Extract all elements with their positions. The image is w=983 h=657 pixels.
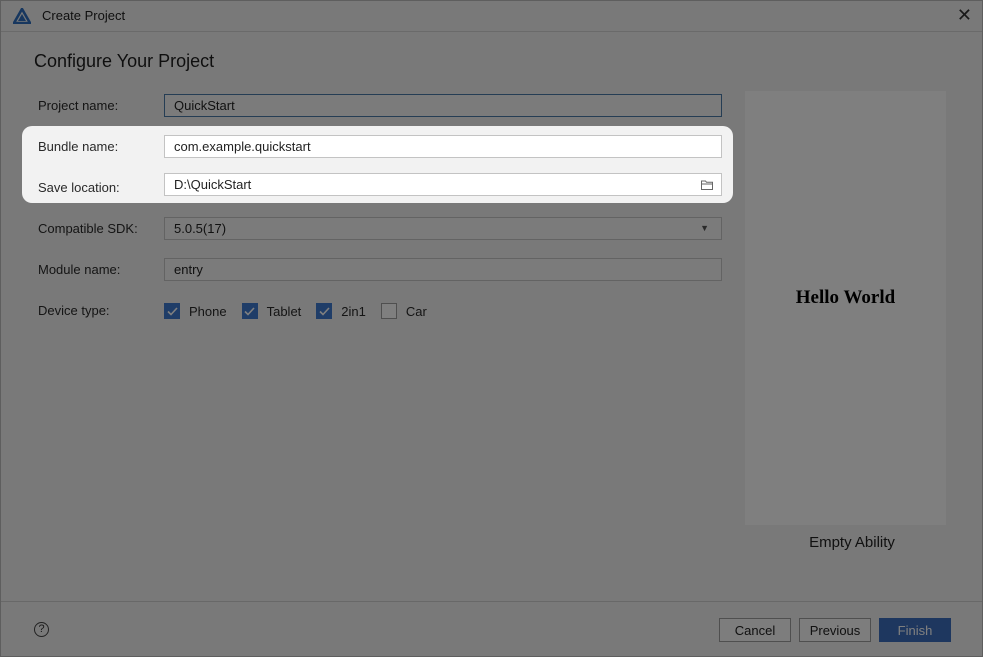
page-title: Configure Your Project — [34, 51, 215, 71]
device-option-label: Phone — [189, 303, 227, 319]
close-icon[interactable]: ✕ — [957, 6, 972, 24]
device-option-label: 2in1 — [341, 303, 366, 319]
preview-hello-text: Hello World — [795, 287, 896, 308]
window-title: Create Project — [42, 8, 126, 23]
title-bar: Create Project ✕ — [1, 1, 982, 32]
cancel-button[interactable]: Cancel — [719, 618, 791, 642]
project-name-label: Project name: — [38, 98, 119, 113]
device-option-phone[interactable]: Phone — [164, 303, 227, 319]
footer-divider — [1, 601, 982, 602]
compatible-sdk-value: 5.0.5(17) — [174, 221, 227, 236]
save-location-value: D:\QuickStart — [174, 177, 252, 192]
checkbox-checked-icon[interactable] — [241, 303, 258, 319]
device-option-car[interactable]: Car — [380, 303, 427, 319]
chevron-down-icon: ▼ — [700, 223, 709, 233]
finish-button[interactable]: Finish — [879, 618, 951, 642]
create-project-dialog: Create Project ✕ Configure Your Project … — [0, 0, 983, 657]
template-name: Empty Ability — [809, 534, 895, 551]
save-location-label: Save location: — [38, 180, 120, 195]
device-option-label: Tablet — [266, 303, 302, 319]
device-type-options: Phone Tablet 2in1 Car — [164, 301, 442, 321]
device-option-label: Car — [405, 303, 427, 319]
compatible-sdk-select[interactable]: 5.0.5(17) ▼ — [164, 217, 722, 240]
folder-icon[interactable] — [701, 179, 713, 190]
template-preview: Hello World — [745, 91, 946, 525]
bundle-name-field[interactable]: com.example.quickstart — [164, 135, 722, 158]
checkbox-checked-icon[interactable] — [316, 303, 333, 319]
module-name-field[interactable]: entry — [164, 258, 722, 281]
device-option-2in1[interactable]: 2in1 — [316, 303, 366, 319]
checkbox-unchecked-icon[interactable] — [380, 303, 397, 319]
compatible-sdk-label: Compatible SDK: — [38, 221, 138, 236]
app-logo-icon — [13, 8, 31, 24]
module-name-label: Module name: — [38, 262, 121, 277]
device-type-label: Device type: — [38, 303, 110, 318]
bundle-name-label: Bundle name: — [38, 139, 119, 154]
device-option-tablet[interactable]: Tablet — [241, 303, 302, 319]
help-icon[interactable]: ? — [34, 622, 49, 637]
previous-button[interactable]: Previous — [799, 618, 871, 642]
project-name-field[interactable]: QuickStart — [164, 94, 722, 117]
save-location-field[interactable]: D:\QuickStart — [164, 173, 722, 196]
checkbox-checked-icon[interactable] — [164, 303, 180, 319]
